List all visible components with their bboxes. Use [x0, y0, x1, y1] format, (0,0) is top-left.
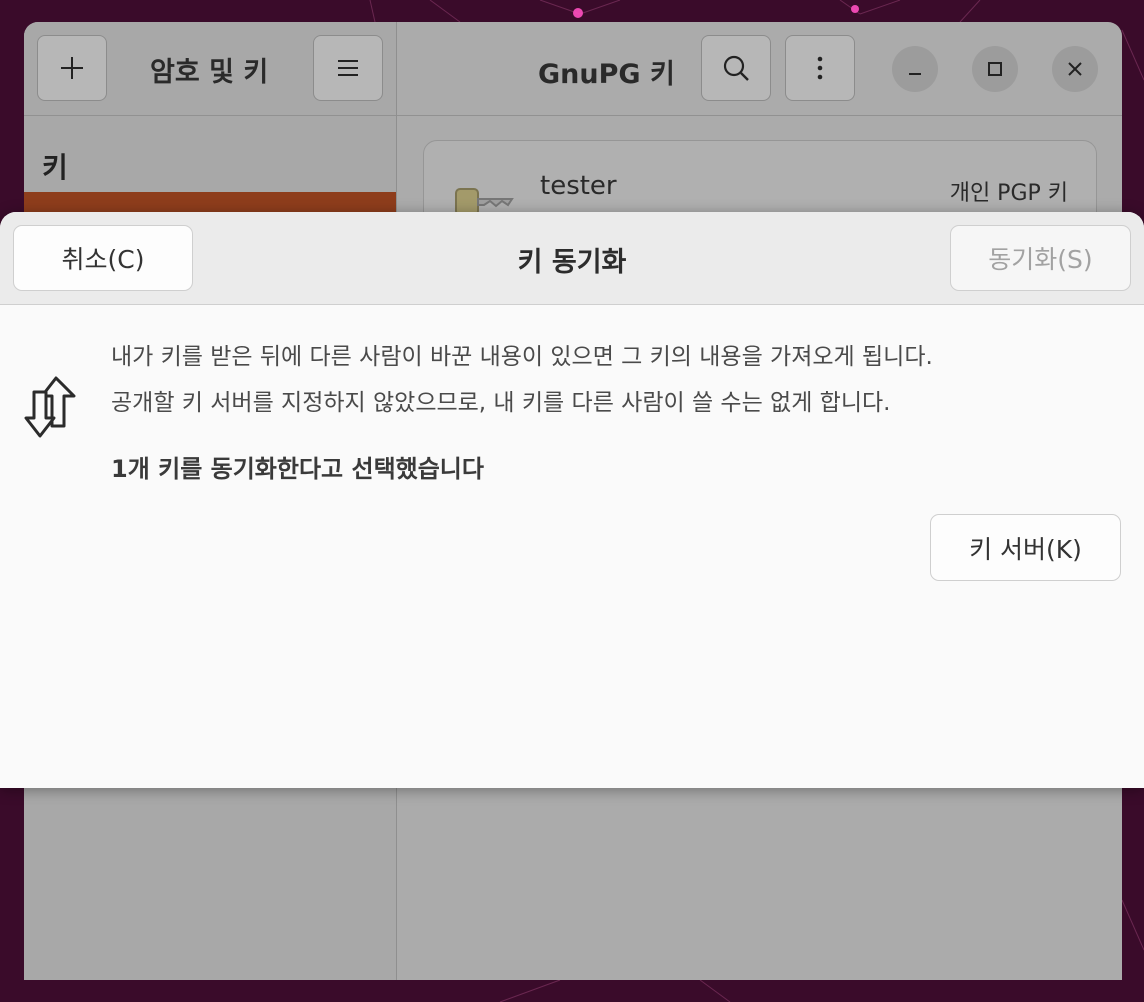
sync-keys-dialog: 취소(C) 키 동기화 동기화(S) 내가 키를 받은 뒤에 다른 사람이 바꾼…	[0, 212, 1144, 788]
sidebar-header: 암호 및 키	[24, 22, 396, 116]
maximize-icon	[988, 62, 1002, 76]
plus-icon	[61, 57, 83, 79]
sidebar-title: 암호 및 키	[150, 57, 269, 88]
main-header: GnuPG 키	[397, 22, 1122, 116]
sidebar-section-keys: 키	[42, 151, 68, 184]
minimize-button[interactable]	[892, 46, 938, 92]
sync-arrows-icon	[24, 376, 76, 438]
sync-button[interactable]: 동기화(S)	[950, 225, 1131, 291]
close-button[interactable]	[1052, 46, 1098, 92]
key-servers-button[interactable]: 키 서버(K)	[930, 514, 1121, 581]
key-name: tester	[540, 171, 617, 201]
main-title: GnuPG 키	[538, 59, 675, 90]
description-line-1: 내가 키를 받은 뒤에 다른 사람이 바꾼 내용이 있으면 그 키의 내용을 가…	[111, 344, 933, 370]
dialog-description: 내가 키를 받은 뒤에 다른 사람이 바꾼 내용이 있으면 그 키의 내용을 가…	[111, 334, 1121, 426]
close-icon	[1068, 62, 1082, 76]
description-line-2: 공개할 키 서버를 지정하지 않았으므로, 내 키를 다른 사람이 쓸 수는 없…	[111, 390, 891, 416]
dialog-header: 취소(C) 키 동기화 동기화(S)	[0, 212, 1144, 305]
search-button[interactable]	[701, 35, 771, 101]
selected-count-label: 1개 키를 동기화한다고 선택했습니다	[111, 455, 484, 483]
more-options-button[interactable]	[785, 35, 855, 101]
minimize-icon	[909, 73, 921, 75]
vertical-dots-icon	[817, 56, 823, 80]
main-menu-button[interactable]	[313, 35, 383, 101]
add-button[interactable]	[37, 35, 107, 101]
maximize-button[interactable]	[972, 46, 1018, 92]
hamburger-menu-icon	[338, 60, 358, 76]
search-icon	[723, 55, 749, 81]
key-type: 개인 PGP 키	[949, 181, 1068, 206]
